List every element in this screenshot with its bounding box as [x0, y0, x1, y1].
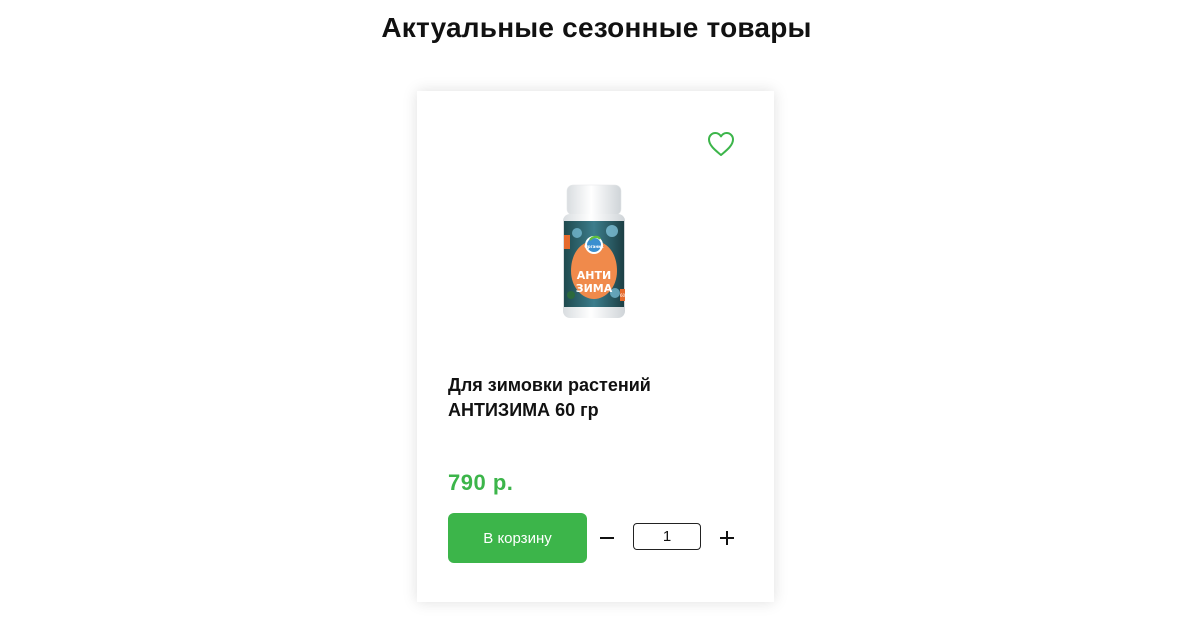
favorite-button[interactable]	[705, 128, 737, 160]
decrease-quantity-button[interactable]	[592, 523, 622, 553]
plus-icon	[720, 531, 734, 545]
product-brand-text: Органик	[584, 244, 604, 249]
increase-quantity-button[interactable]	[712, 523, 742, 553]
product-card: Органик АНТИ ЗИМА 60 Для зимовки растени…	[417, 91, 774, 602]
product-label-bottom: ЗИМА	[576, 282, 613, 295]
section-title: Актуальные сезонные товары	[381, 12, 812, 43]
product-label-top: АНТИ	[577, 269, 611, 282]
product-image: Органик АНТИ ЗИМА 60	[563, 184, 626, 318]
product-name[interactable]: Для зимовки растений АНТИЗИМА 60 гр	[448, 373, 748, 423]
product-price: 790 р.	[448, 470, 514, 495]
minus-icon	[600, 537, 614, 539]
page: Актуальные сезонные товары Органик АНТИ …	[0, 0, 1179, 643]
heart-icon	[708, 132, 734, 156]
product-weight-text: 60	[620, 293, 626, 298]
quantity-input[interactable]	[633, 523, 701, 550]
add-to-cart-button[interactable]: В корзину	[448, 513, 587, 563]
